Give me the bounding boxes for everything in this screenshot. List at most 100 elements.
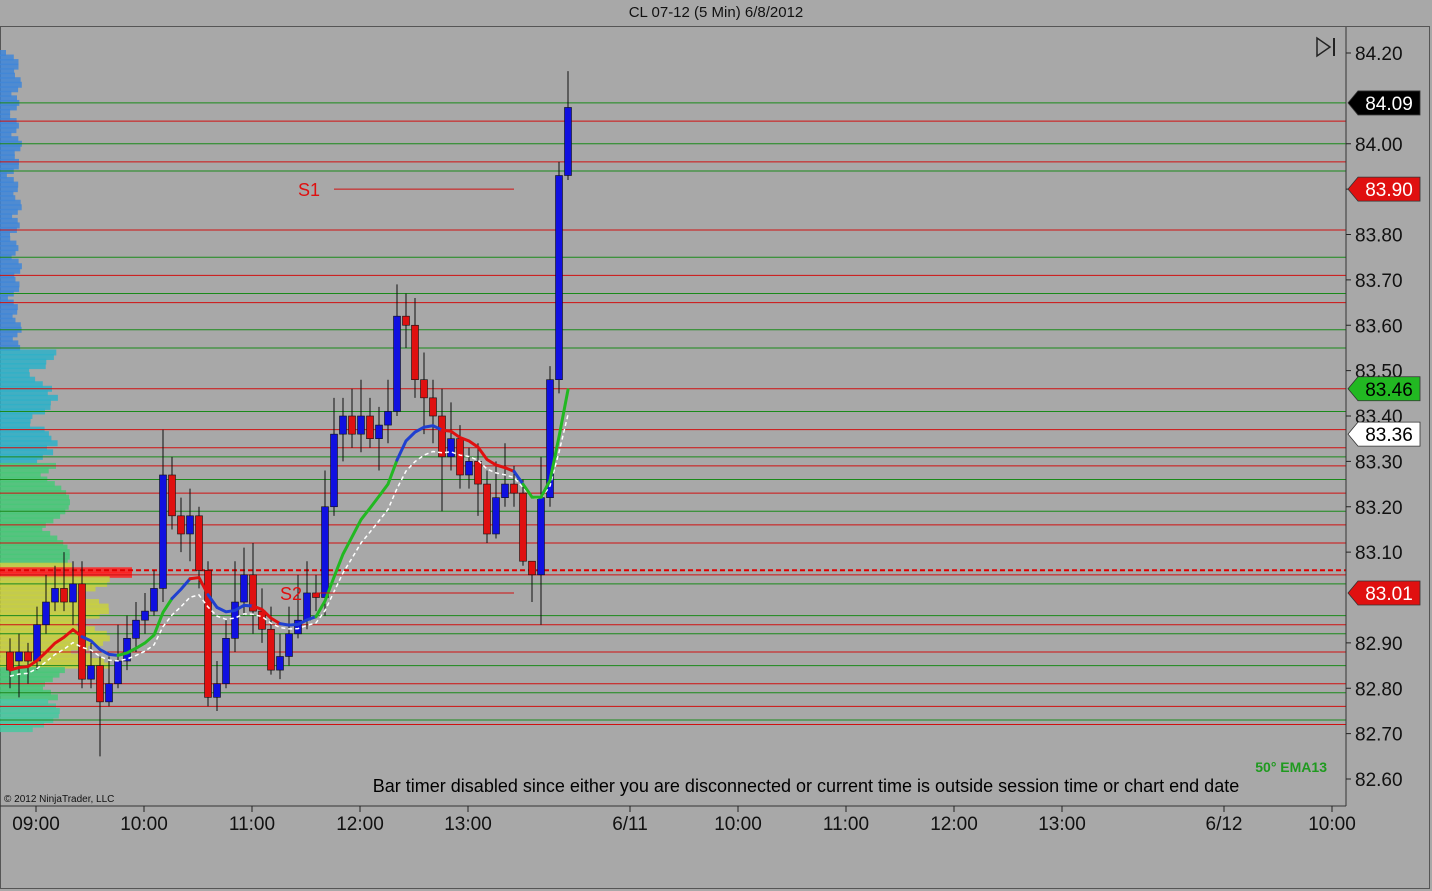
- down-candle: [438, 415, 446, 458]
- time-tick-label: 10:00: [120, 814, 168, 835]
- price-marker-label: 84.09: [1365, 94, 1413, 115]
- indicator-label: 50° EMA13: [1255, 759, 1327, 775]
- down-candle: [60, 588, 68, 603]
- up-candle: [555, 175, 563, 380]
- ema13-segment: [512, 469, 525, 486]
- pivot-label: S1: [298, 180, 320, 200]
- down-candle: [177, 515, 185, 535]
- up-candle: [222, 638, 230, 685]
- down-candle: [366, 415, 374, 439]
- time-tick-label: 11:00: [229, 814, 275, 835]
- price-tick-label: 83.70: [1355, 271, 1403, 292]
- up-candle: [492, 497, 500, 535]
- price-tick-label: 84.00: [1355, 135, 1403, 156]
- up-candle: [384, 411, 392, 426]
- price-markers: 84.09 83.90 83.46 83.36 83.01: [1347, 90, 1421, 606]
- up-candle: [537, 497, 545, 576]
- time-axis[interactable]: 09:00 10:00 11:00 12:00 13:00 6/11 10:00 11:00 1…: [12, 806, 1356, 835]
- time-tick-label: 6/12: [1206, 814, 1243, 835]
- down-candle: [195, 515, 203, 571]
- up-candle: [393, 315, 401, 412]
- down-candle: [429, 397, 437, 417]
- time-tick-label: 11:00: [823, 814, 869, 835]
- price-marker: 83.46: [1347, 376, 1421, 402]
- time-tick-label: 13:00: [444, 814, 492, 835]
- price-marker: 84.09: [1347, 90, 1421, 116]
- down-candle: [483, 483, 491, 535]
- price-marker: 83.36: [1347, 421, 1421, 447]
- time-tick-label: 12:00: [336, 814, 384, 835]
- price-marker-label: 83.46: [1365, 380, 1413, 401]
- down-candle: [267, 628, 275, 671]
- price-tick-label: 82.90: [1355, 634, 1403, 655]
- price-tick-label: 83.60: [1355, 316, 1403, 337]
- pivot-label: S2: [280, 584, 302, 604]
- up-candle: [105, 683, 113, 703]
- price-marker-label: 83.01: [1365, 584, 1413, 605]
- level-lines: [0, 102, 1346, 726]
- status-message: Bar timer disabled since either you are …: [373, 776, 1239, 796]
- down-candle: [96, 665, 104, 703]
- up-candle: [132, 619, 140, 639]
- up-candle: [69, 583, 77, 603]
- up-candle: [186, 515, 194, 535]
- up-candle: [501, 483, 509, 498]
- candles: [6, 71, 572, 757]
- price-tick-label: 82.70: [1355, 725, 1403, 746]
- time-tick-label: 12:00: [930, 814, 978, 835]
- price-tick-label: 84.20: [1355, 44, 1403, 65]
- down-candle: [528, 560, 536, 576]
- down-candle: [6, 651, 14, 671]
- copyright-text: © 2012 NinjaTrader, LLC: [4, 794, 114, 805]
- up-candle: [150, 588, 158, 612]
- down-candle: [24, 651, 32, 662]
- volume-profile: [0, 50, 132, 733]
- price-chart[interactable]: S1S2 84.2084.0083.9083.8083.7083.6083.50…: [0, 0, 1432, 891]
- price-marker-label: 83.36: [1365, 425, 1413, 446]
- price-tick-label: 83.30: [1355, 452, 1403, 473]
- price-marker: 83.01: [1347, 580, 1421, 606]
- up-candle: [159, 474, 167, 589]
- up-candle: [114, 660, 122, 685]
- down-candle: [510, 483, 518, 494]
- up-candle: [213, 683, 221, 698]
- up-candle: [276, 656, 284, 671]
- price-tick-label: 83.20: [1355, 498, 1403, 519]
- price-marker-label: 83.90: [1365, 180, 1413, 201]
- up-candle: [33, 624, 41, 662]
- down-candle: [420, 379, 428, 399]
- time-tick-label: 6/11: [612, 814, 648, 835]
- up-candle: [447, 438, 455, 458]
- play-end-icon[interactable]: [1316, 36, 1335, 58]
- down-candle: [456, 438, 464, 476]
- down-candle: [519, 492, 527, 562]
- up-candle: [321, 506, 329, 598]
- price-marker: 83.90: [1347, 176, 1421, 202]
- price-tick-label: 82.60: [1355, 770, 1403, 791]
- down-candle: [168, 474, 176, 517]
- ema13-segment: [395, 424, 444, 462]
- up-candle: [465, 461, 473, 476]
- ema13-segment: [170, 577, 192, 601]
- up-candle: [240, 574, 248, 603]
- time-tick-label: 10:00: [714, 814, 762, 835]
- time-tick-label: 10:00: [1308, 814, 1356, 835]
- down-candle: [474, 461, 482, 485]
- price-tick-label: 83.10: [1355, 543, 1403, 564]
- up-candle: [42, 601, 50, 626]
- price-tick-label: 83.80: [1355, 226, 1403, 247]
- time-tick-label: 13:00: [1038, 814, 1086, 835]
- up-candle: [141, 610, 149, 621]
- price-axis[interactable]: 84.2084.0083.9083.8083.7083.6083.5083.40…: [1346, 44, 1403, 791]
- time-tick-label: 09:00: [12, 814, 60, 835]
- up-candle: [375, 424, 383, 439]
- profile-bar: [0, 726, 33, 733]
- up-candle: [357, 415, 365, 435]
- up-candle: [15, 651, 23, 662]
- up-candle: [339, 415, 347, 435]
- up-candle: [51, 588, 59, 603]
- up-candle: [303, 592, 311, 621]
- up-candle: [285, 633, 293, 657]
- down-candle: [312, 592, 320, 598]
- down-candle: [78, 583, 86, 680]
